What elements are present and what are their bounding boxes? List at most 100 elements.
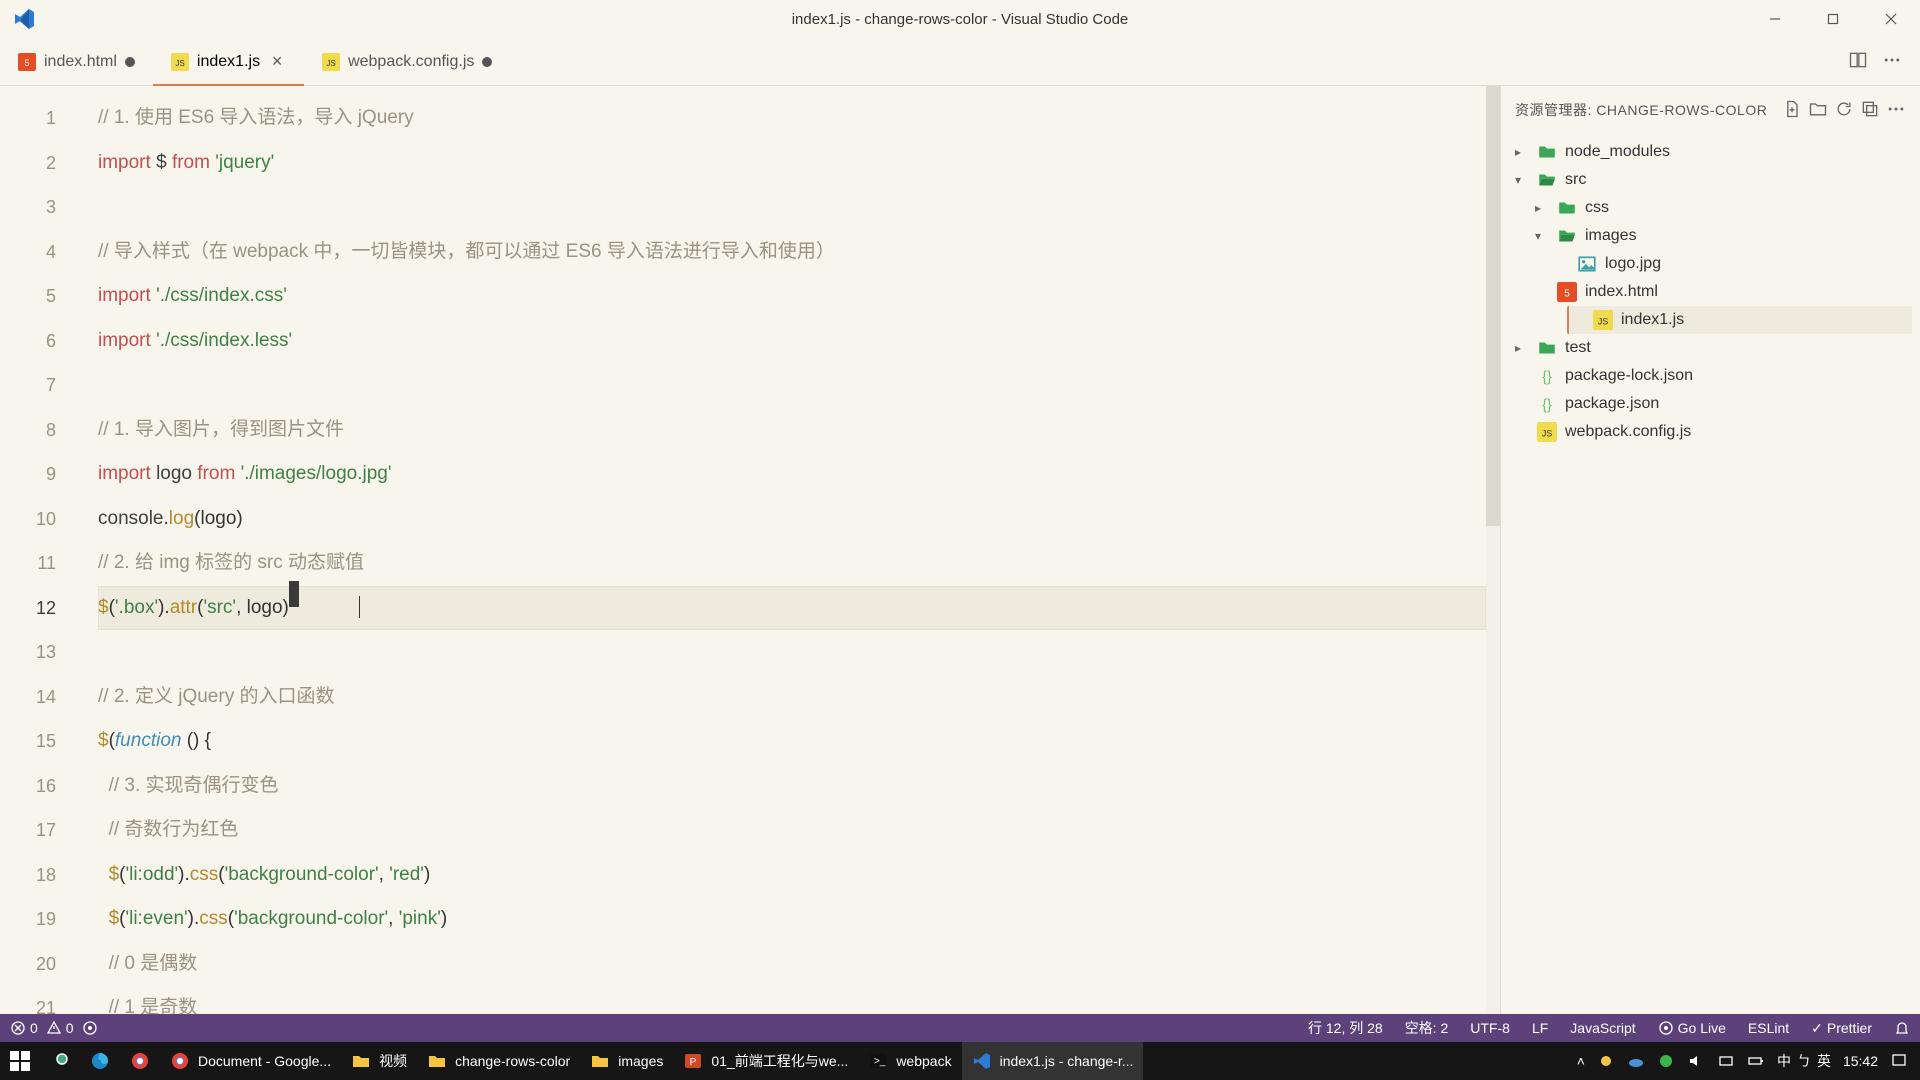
svg-text:5: 5 xyxy=(1564,288,1570,299)
taskbar-item[interactable]: >_webpack xyxy=(858,1042,961,1080)
problems-warnings[interactable]: 0 xyxy=(46,1020,74,1036)
tray-battery-icon[interactable] xyxy=(1747,1052,1765,1070)
tree-item-test[interactable]: ▸ test xyxy=(1509,334,1912,362)
vertical-scrollbar[interactable] xyxy=(1486,86,1500,1014)
code-line[interactable]: import $ from 'jquery' xyxy=(98,141,1486,186)
code-line[interactable]: // 1. 使用 ES6 导入语法，导入 jQuery xyxy=(98,96,1486,141)
tray-app-icon[interactable] xyxy=(1657,1052,1675,1070)
tree-item-webpack-config-js[interactable]: JS webpack.config.js xyxy=(1509,418,1912,446)
tab-close-icon[interactable]: × xyxy=(268,51,286,72)
cursor-position[interactable]: 行 12, 列 28 xyxy=(1308,1018,1383,1038)
new-file-icon[interactable] xyxy=(1782,99,1802,122)
code-line[interactable]: // 0 是偶数 xyxy=(98,942,1486,987)
maximize-button[interactable] xyxy=(1804,0,1862,38)
eslint-status[interactable]: ESLint xyxy=(1748,1020,1789,1036)
taskbar-item[interactable] xyxy=(40,1042,80,1080)
chevron-icon[interactable]: ▸ xyxy=(1515,145,1529,159)
tab-index-html[interactable]: 5 index.html xyxy=(0,38,153,86)
problems-errors[interactable]: 0 xyxy=(10,1020,38,1036)
more-actions-icon[interactable] xyxy=(1882,50,1902,73)
taskbar-item[interactable] xyxy=(80,1042,120,1080)
refresh-icon[interactable] xyxy=(1834,99,1854,122)
tab-index1-js[interactable]: JS index1.js × xyxy=(153,38,304,86)
split-editor-icon[interactable] xyxy=(1848,50,1868,73)
tray-volume-icon[interactable] xyxy=(1687,1052,1705,1070)
code-line[interactable] xyxy=(98,630,1486,675)
tree-item-index-html[interactable]: 5 index.html xyxy=(1529,278,1912,306)
tray-weather-icon[interactable] xyxy=(1597,1052,1615,1070)
code-line[interactable]: // 3. 实现奇偶行变色 xyxy=(98,764,1486,809)
code-line[interactable]: // 导入样式（在 webpack 中，一切皆模块，都可以通过 ES6 导入语法… xyxy=(98,230,1486,275)
taskbar-item[interactable]: change-rows-color xyxy=(417,1042,580,1080)
ime-indicator[interactable]: 中ㄅ英 xyxy=(1777,1051,1831,1071)
svg-text:JS: JS xyxy=(1598,316,1608,326)
code-line[interactable]: import logo from './images/logo.jpg' xyxy=(98,452,1486,497)
tree-item-css[interactable]: ▸ css xyxy=(1529,194,1912,222)
code-line[interactable]: // 1. 导入图片，得到图片文件 xyxy=(98,408,1486,453)
taskbar-item[interactable]: Document - Google... xyxy=(160,1042,341,1080)
svg-text:JS: JS xyxy=(326,59,335,68)
taskbar-item[interactable]: P01_前端工程化与we... xyxy=(673,1042,858,1080)
close-button[interactable] xyxy=(1862,0,1920,38)
code-line[interactable]: // 奇数行为红色 xyxy=(98,808,1486,853)
collapse-all-icon[interactable] xyxy=(1860,99,1880,122)
indentation[interactable]: 空格: 2 xyxy=(1405,1018,1449,1038)
tree-item-images[interactable]: ▾ images xyxy=(1529,222,1912,250)
explorer-title: 资源管理器: CHANGE-ROWS-COLOR xyxy=(1515,100,1776,120)
file-type-icon: JS xyxy=(1537,422,1557,442)
tree-item-logo-jpg[interactable]: logo.jpg xyxy=(1549,250,1912,278)
tree-item-package-json[interactable]: {} package.json xyxy=(1509,390,1912,418)
tray-onedrive-icon[interactable] xyxy=(1627,1052,1645,1070)
code-line[interactable]: console.log(logo) xyxy=(98,497,1486,542)
notifications-icon[interactable] xyxy=(1894,1020,1910,1036)
taskbar-item[interactable]: index1.js - change-r... xyxy=(962,1042,1144,1080)
editor[interactable]: 123456789101112131415161718192021 // 1. … xyxy=(0,86,1500,1014)
code-line[interactable]: import './css/index.less' xyxy=(98,319,1486,364)
file-type-icon: {} xyxy=(1537,394,1557,414)
tab-dirty-icon[interactable] xyxy=(125,57,135,67)
tray-chevron-icon[interactable]: ˄ xyxy=(1577,1053,1585,1069)
new-folder-icon[interactable] xyxy=(1808,99,1828,122)
code-line[interactable]: // 1 是奇数 xyxy=(98,986,1486,1014)
taskbar-item-label: change-rows-color xyxy=(455,1053,570,1069)
chevron-icon[interactable]: ▾ xyxy=(1515,173,1529,187)
tree-item-index1-js[interactable]: JS index1.js xyxy=(1567,306,1912,334)
tree-item-package-lock-json[interactable]: {} package-lock.json xyxy=(1509,362,1912,390)
action-center-icon[interactable] xyxy=(1890,1052,1908,1070)
taskbar-clock[interactable]: 15:42 xyxy=(1843,1053,1878,1069)
go-live-button[interactable]: Go Live xyxy=(1658,1020,1726,1036)
code-line[interactable]: $('.box').attr('src', logo) xyxy=(98,586,1486,631)
prettier-status[interactable]: ✓ Prettier xyxy=(1811,1020,1872,1037)
tree-item-src[interactable]: ▾ src xyxy=(1509,166,1912,194)
tab-webpack-config-js[interactable]: JS webpack.config.js xyxy=(304,38,510,86)
code-line[interactable]: import './css/index.css' xyxy=(98,274,1486,319)
taskbar-item[interactable] xyxy=(0,1042,40,1080)
language-mode[interactable]: JavaScript xyxy=(1570,1020,1635,1036)
taskbar-item[interactable] xyxy=(120,1042,160,1080)
chevron-icon[interactable]: ▸ xyxy=(1535,201,1549,215)
tab-label: index1.js xyxy=(197,53,260,71)
tab-dirty-icon[interactable] xyxy=(482,57,492,67)
code-line[interactable]: // 2. 定义 jQuery 的入口函数 xyxy=(98,675,1486,720)
explorer-more-icon[interactable] xyxy=(1886,99,1906,122)
minimize-button[interactable] xyxy=(1746,0,1804,38)
tray-network-icon[interactable] xyxy=(1717,1052,1735,1070)
taskbar-app-icon: P xyxy=(683,1051,703,1071)
taskbar-item[interactable]: images xyxy=(580,1042,673,1080)
live-server-port-icon[interactable] xyxy=(82,1020,98,1036)
taskbar-app-icon xyxy=(590,1051,610,1071)
taskbar-item[interactable]: 视频 xyxy=(341,1042,417,1080)
code-line[interactable]: $(function () { xyxy=(98,719,1486,764)
code-line[interactable]: // 2. 给 img 标签的 src 动态赋值 xyxy=(98,541,1486,586)
code-line[interactable]: $('li:even').css('background-color', 'pi… xyxy=(98,897,1486,942)
eol[interactable]: LF xyxy=(1532,1020,1548,1036)
code-area[interactable]: // 1. 使用 ES6 导入语法，导入 jQueryimport $ from… xyxy=(80,86,1486,1014)
tab-label: webpack.config.js xyxy=(348,53,474,71)
code-line[interactable]: $('li:odd').css('background-color', 'red… xyxy=(98,853,1486,898)
code-line[interactable] xyxy=(98,185,1486,230)
chevron-icon[interactable]: ▸ xyxy=(1515,341,1529,355)
tree-item-node_modules[interactable]: ▸ node_modules xyxy=(1509,138,1912,166)
code-line[interactable] xyxy=(98,363,1486,408)
encoding[interactable]: UTF-8 xyxy=(1470,1020,1510,1036)
chevron-icon[interactable]: ▾ xyxy=(1535,229,1549,243)
